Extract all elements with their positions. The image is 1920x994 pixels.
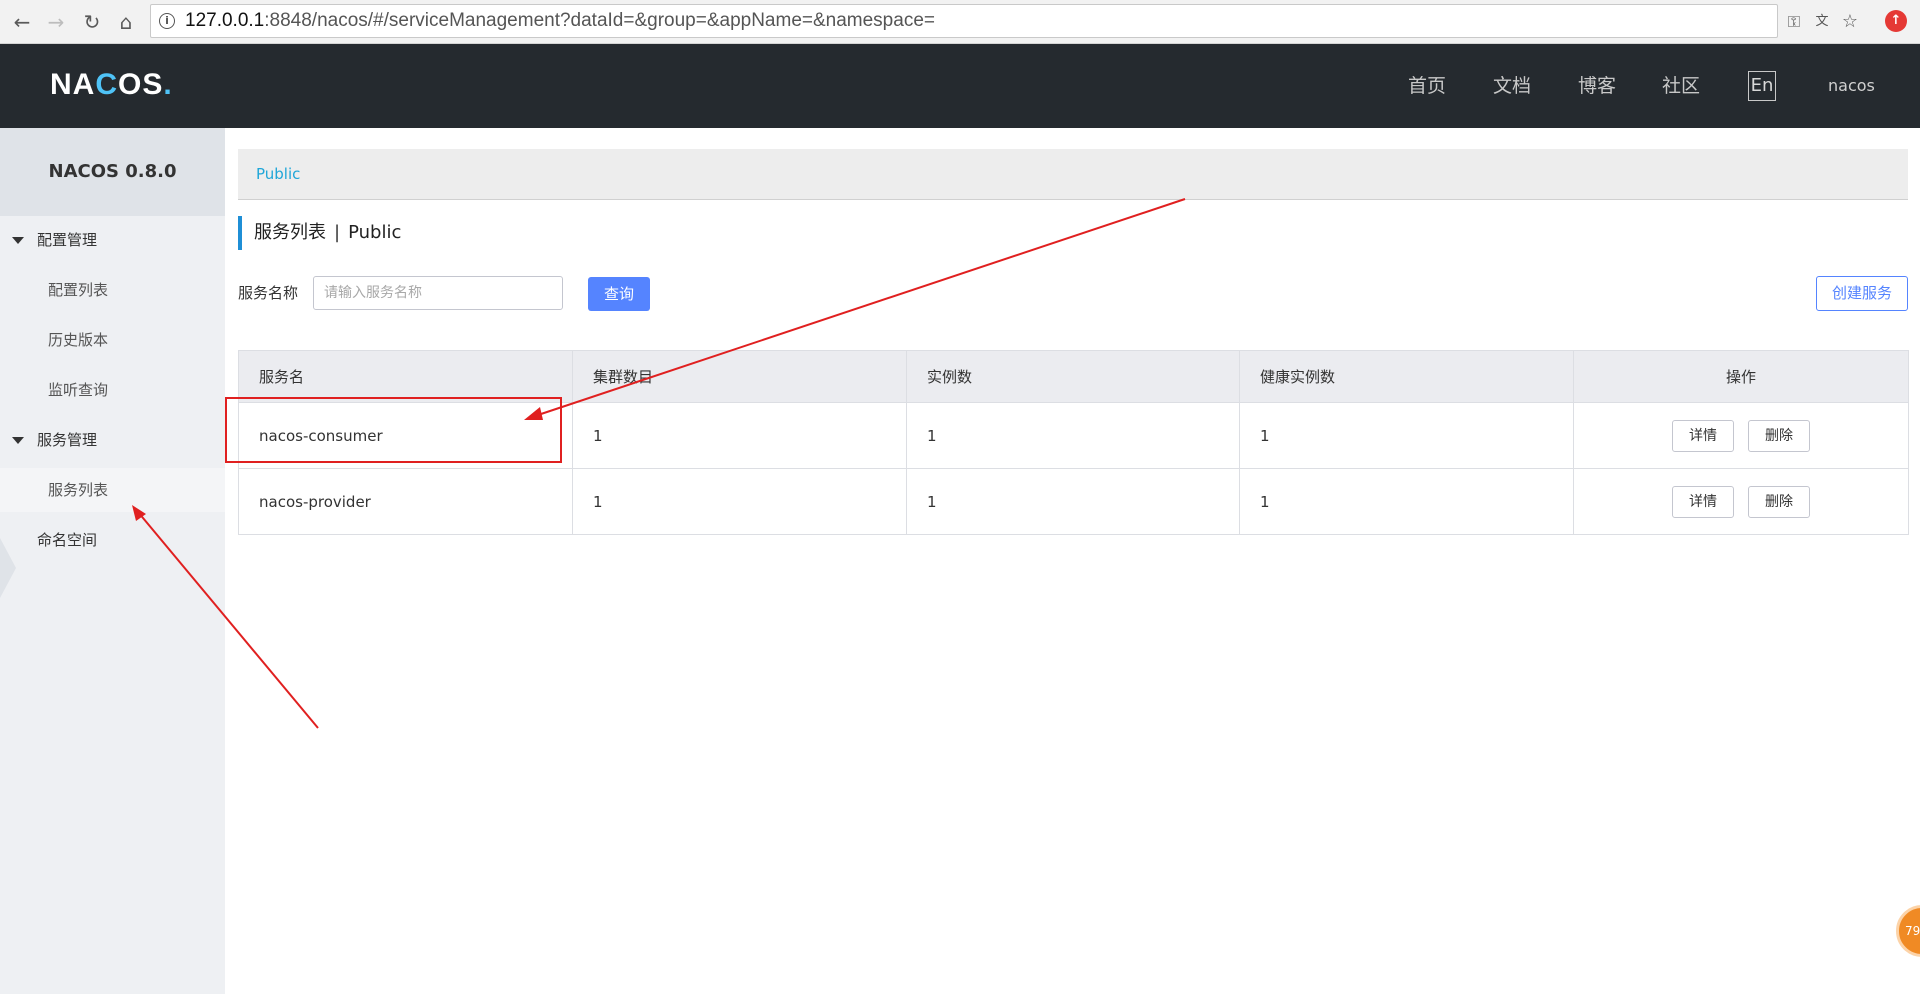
language-toggle[interactable]: En [1748, 71, 1776, 101]
detail-button[interactable]: 详情 [1672, 419, 1734, 452]
caret-down-icon [12, 237, 24, 244]
namespace-bar: Public [238, 149, 1908, 200]
create-service-button[interactable]: 创建服务 [1816, 276, 1908, 311]
sidebar-item-history[interactable]: 历史版本 [0, 318, 225, 362]
sidebar-item-label: 配置列表 [48, 281, 109, 299]
nacos-logo[interactable]: NACOS. [50, 68, 173, 102]
cell-healthy: 1 [1239, 402, 1574, 469]
cell-clusters: 1 [572, 468, 907, 535]
home-icon[interactable]: ⌂ [112, 8, 140, 36]
logo-text: NA [50, 68, 96, 101]
back-icon[interactable]: ← [8, 8, 36, 36]
sidebar: NACOS 0.8.0 配置管理 配置列表 历史版本 监听查询 服务管理 服务列… [0, 128, 225, 994]
page-title-text: 服务列表 [254, 222, 326, 243]
sidebar-group-config[interactable]: 配置管理 [0, 225, 225, 255]
key-icon[interactable]: ⚿ [1783, 11, 1805, 33]
column-header-healthy: 健康实例数 [1239, 350, 1574, 403]
site-info-icon[interactable]: i [159, 13, 175, 29]
service-name-label: 服务名称 [238, 284, 299, 302]
nav-home[interactable]: 首页 [1408, 44, 1446, 128]
top-header: NACOS. 首页 文档 博客 社区 En nacos [0, 44, 1920, 128]
cell-actions: 详情 删除 [1573, 468, 1909, 535]
sidebar-item-namespace[interactable]: 命名空间 [0, 525, 225, 555]
namespace-public-link[interactable]: Public [256, 149, 300, 199]
page-title-namespace: Public [348, 222, 402, 243]
cell-actions: 详情 删除 [1573, 402, 1909, 469]
sidebar-item-listener[interactable]: 监听查询 [0, 368, 225, 412]
cell-clusters: 1 [572, 402, 907, 469]
column-header-clusters: 集群数目 [572, 350, 907, 403]
sidebar-item-label: 历史版本 [48, 331, 109, 349]
cell-service-name: nacos-provider [238, 468, 573, 535]
sidebar-group-label: 服务管理 [37, 431, 98, 449]
logo-dot: . [163, 68, 173, 101]
service-table: 服务名 集群数目 实例数 健康实例数 操作 nacos-consumer 1 1… [238, 350, 1909, 535]
address-bar[interactable]: i 127.0.0.1:8848/nacos/#/serviceManageme… [150, 4, 1858, 38]
query-button[interactable]: 查询 [588, 277, 650, 311]
column-header-actions: 操作 [1573, 350, 1909, 403]
page-title: 服务列表 | Public [238, 216, 401, 250]
logo-text-end: OS [118, 68, 164, 101]
service-name-input[interactable] [313, 276, 563, 310]
sidebar-item-config-list[interactable]: 配置列表 [0, 268, 225, 312]
column-header-service-name: 服务名 [238, 350, 573, 403]
cell-instances: 1 [906, 468, 1240, 535]
translate-icon[interactable]: 文 [1811, 11, 1833, 33]
url-host: 127.0.0.1 [185, 10, 265, 31]
table-row: nacos-consumer 1 1 1 详情 删除 [238, 402, 1909, 469]
extension-icon[interactable]: ↑ [1885, 10, 1907, 32]
caret-down-icon [12, 437, 24, 444]
cell-healthy: 1 [1239, 468, 1574, 535]
sidebar-item-service-list[interactable]: 服务列表 [0, 468, 225, 512]
delete-button[interactable]: 删除 [1748, 419, 1810, 452]
sidebar-collapse-handle[interactable] [0, 538, 16, 598]
floating-widget-badge[interactable]: 79 [1896, 905, 1920, 957]
url-path: :8848/nacos/#/serviceManagement?dataId=&… [264, 10, 935, 31]
title-separator: | [334, 222, 341, 243]
logo-o: C [95, 68, 119, 101]
column-header-instances: 实例数 [906, 350, 1240, 403]
browser-toolbar: ← → ↻ ⌂ i 127.0.0.1:8848/nacos/#/service… [0, 0, 1920, 44]
url-text[interactable]: 127.0.0.1:8848/nacos/#/serviceManagement… [185, 5, 935, 37]
reload-icon[interactable]: ↻ [78, 8, 106, 36]
sidebar-item-label: 监听查询 [48, 381, 109, 399]
user-name[interactable]: nacos [1828, 44, 1875, 128]
sidebar-title: NACOS 0.8.0 [0, 128, 225, 216]
table-header-row: 服务名 集群数目 实例数 健康实例数 操作 [238, 350, 1909, 403]
forward-icon[interactable]: → [42, 8, 70, 36]
cell-service-name: nacos-consumer [238, 402, 573, 469]
sidebar-item-label: 服务列表 [48, 481, 109, 499]
table-row: nacos-provider 1 1 1 详情 删除 [238, 468, 1909, 535]
nav-community[interactable]: 社区 [1662, 44, 1700, 128]
delete-button[interactable]: 删除 [1748, 485, 1810, 518]
cell-instances: 1 [906, 402, 1240, 469]
sidebar-group-label: 配置管理 [37, 231, 98, 249]
bookmark-star-icon[interactable]: ☆ [1839, 11, 1861, 33]
sidebar-group-service[interactable]: 服务管理 [0, 425, 225, 455]
nav-docs[interactable]: 文档 [1493, 44, 1531, 128]
sidebar-item-label: 命名空间 [37, 531, 98, 549]
nav-blog[interactable]: 博客 [1578, 44, 1616, 128]
detail-button[interactable]: 详情 [1672, 485, 1734, 518]
